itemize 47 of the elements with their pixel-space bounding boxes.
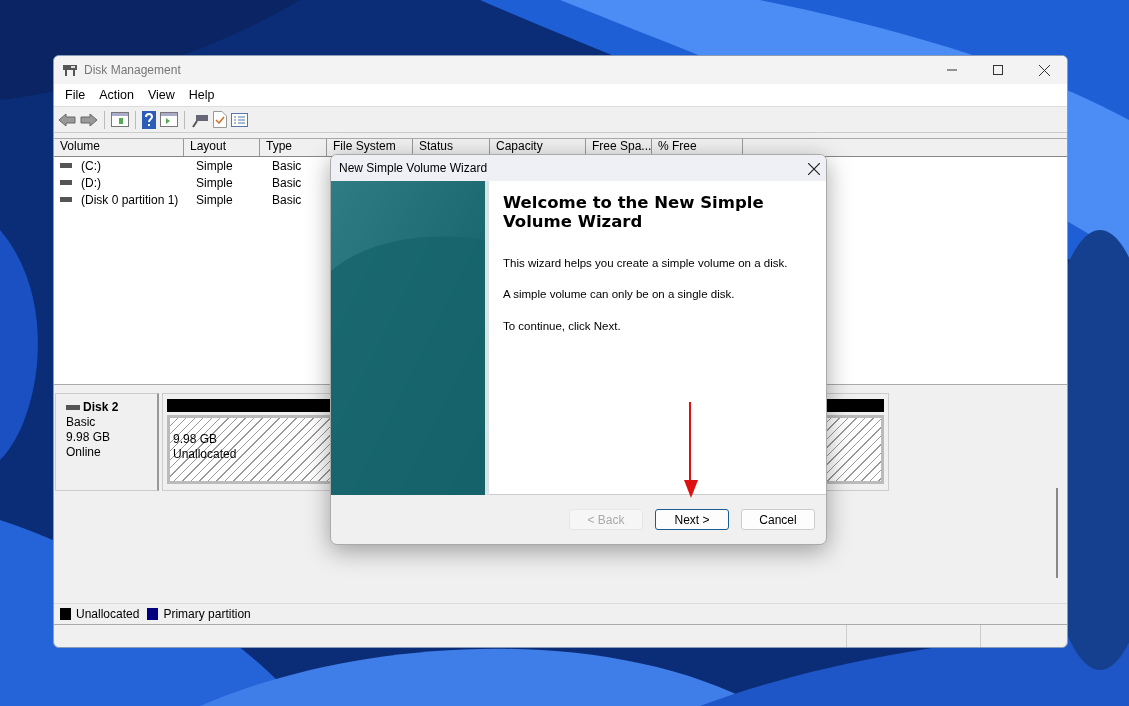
table-cell-text: Simple: [195, 191, 233, 209]
wizard-button[interactable]: Cancel: [741, 509, 815, 530]
wizard-text: To continue, click Next.: [503, 318, 622, 334]
menu-item[interactable]: Action: [92, 85, 141, 105]
forward-arrow-icon[interactable]: [80, 112, 98, 127]
back-arrow-icon[interactable]: [58, 112, 76, 127]
table-cell-text: Simple: [195, 174, 233, 192]
volume-icon: [60, 180, 72, 185]
properties-icon[interactable]: [231, 112, 248, 127]
column-header[interactable]: Type: [260, 139, 327, 156]
column-header[interactable]: Volume: [54, 139, 184, 156]
panel-icon[interactable]: [160, 112, 178, 127]
disk-status: Online: [66, 445, 102, 460]
table-cell-text: Basic: [271, 157, 302, 175]
column-header[interactable]: Layout: [184, 139, 260, 156]
panel-icon[interactable]: [111, 112, 129, 127]
close-icon: [1038, 64, 1050, 76]
scrollbar[interactable]: [1056, 488, 1058, 578]
disk-name: Disk 2: [83, 400, 119, 415]
menu-item[interactable]: Help: [181, 85, 222, 105]
checklist-icon[interactable]: [213, 111, 227, 128]
legend-label: Unallocated: [76, 606, 140, 623]
maximize-icon: [993, 65, 1003, 75]
disk-type: Basic: [66, 415, 97, 430]
wizard-text: This wizard helps you create a simple volume on a disk.: [503, 256, 789, 271]
table-cell-text: (Disk 0 partition 1): [80, 191, 179, 209]
help-icon[interactable]: [142, 110, 156, 129]
table-cell-text: Simple: [195, 157, 233, 175]
partition-label: Unallocated: [173, 447, 238, 462]
dialog-title: New Simple Volume Wizard: [339, 160, 488, 177]
disk-management-icon: [62, 63, 78, 77]
close-icon: [808, 162, 820, 175]
window-title: Disk Management: [84, 62, 181, 79]
table-cell-text: Basic: [271, 174, 302, 192]
table-cell-text: (C:): [80, 157, 101, 175]
menu-item[interactable]: View: [140, 85, 182, 105]
wizard-text: A simple volume can only be on a single disk.: [503, 287, 736, 303]
wizard-heading: Welcome to the New Simple Volume Wizard: [503, 193, 765, 231]
legend-label: Primary partition: [163, 606, 251, 623]
volume-icon: [60, 197, 72, 202]
disk-size: 9.98 GB: [66, 430, 112, 445]
wizard-button[interactable]: Next >: [655, 509, 729, 530]
table-cell-text: (D:): [80, 174, 101, 192]
volume-icon: [60, 163, 72, 168]
table-cell-text: Basic: [271, 191, 302, 209]
partition-size: 9.98 GB: [173, 432, 219, 447]
menu-item[interactable]: File: [58, 85, 93, 105]
